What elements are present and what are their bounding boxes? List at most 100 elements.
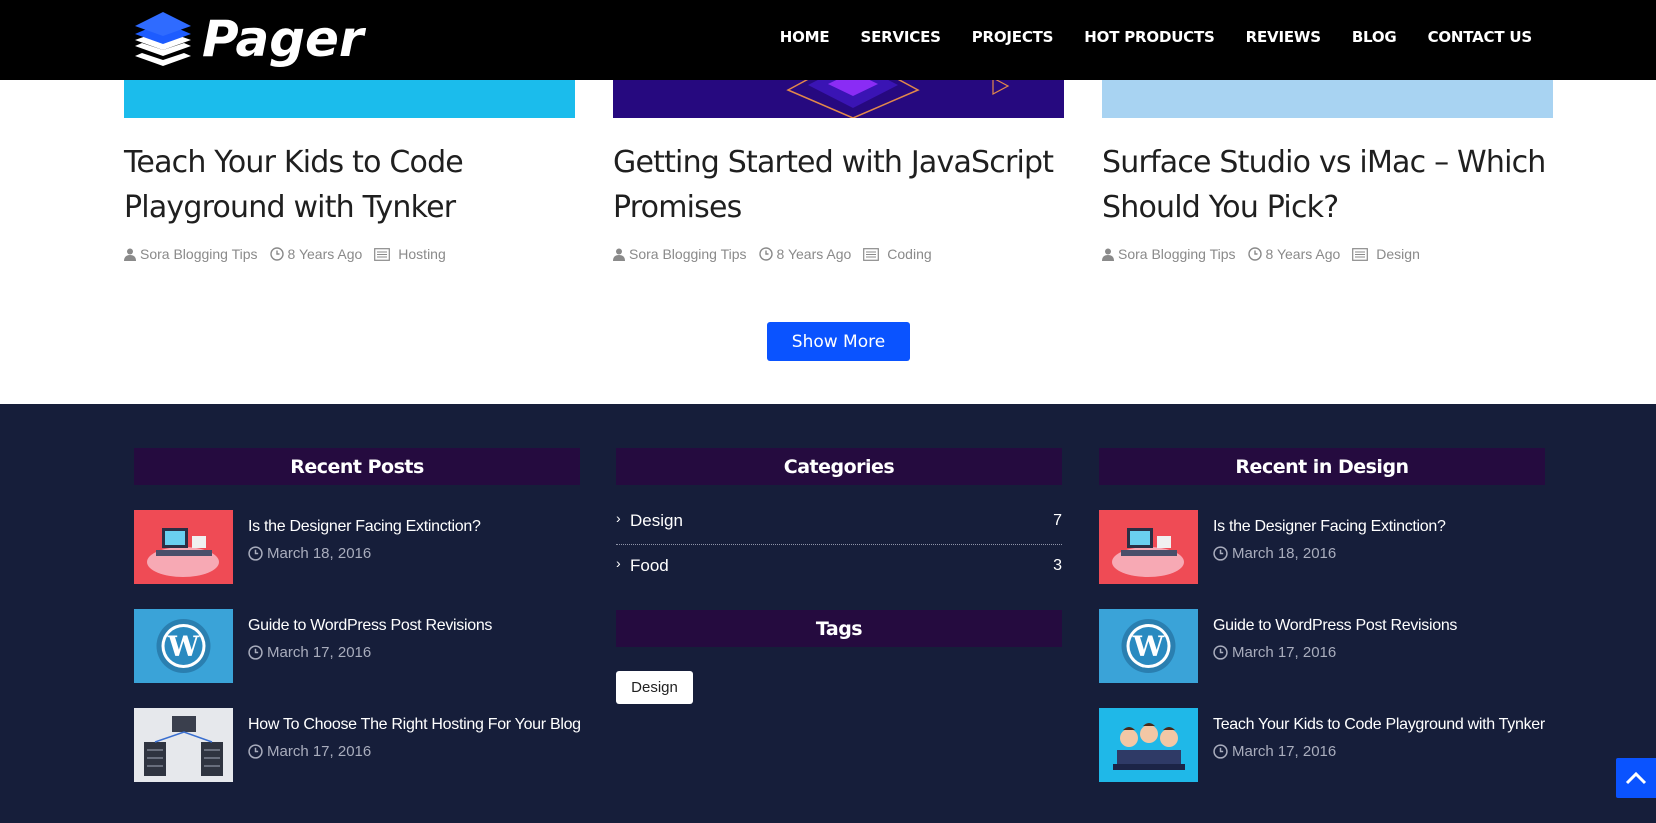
author-name: Sora Blogging Tips — [1118, 246, 1236, 262]
time-text: 8 Years Ago — [287, 246, 363, 262]
tag-design[interactable]: Design — [616, 671, 693, 704]
clock-icon — [1213, 645, 1228, 660]
svg-text:W: W — [1132, 630, 1165, 663]
post-author[interactable]: Sora Blogging Tips — [613, 246, 747, 262]
post-date: March 18, 2016 — [248, 545, 371, 562]
post-title[interactable]: How To Choose The Right Hosting For Your… — [248, 716, 581, 734]
design-post-item[interactable]: Teach Your Kids to Code Playground with … — [1099, 708, 1545, 782]
category-text: Coding — [887, 246, 932, 262]
logo-text: Pager — [202, 10, 364, 68]
user-icon — [1102, 248, 1114, 261]
category-count: 3 — [1053, 557, 1062, 574]
post-title[interactable]: Is the Designer Facing Extinction? — [1213, 518, 1446, 536]
chevron-right-icon: › — [616, 510, 621, 526]
post-meta: Sora Blogging Tips 8 Years Ago Hosting — [124, 246, 458, 262]
post-thumbnail[interactable]: W — [134, 609, 233, 683]
post-category[interactable]: Coding — [863, 246, 932, 262]
post-title[interactable]: Guide to WordPress Post Revisions — [248, 617, 492, 635]
time-text: 8 Years Ago — [1265, 246, 1341, 262]
main-nav: HOME SERVICES PROJECTS HOT PRODUCTS REVI… — [780, 0, 1532, 74]
post-title[interactable]: Surface Studio vs iMac – Which Should Yo… — [1102, 140, 1562, 230]
list-icon — [1352, 247, 1369, 261]
post-thumbnail[interactable] — [1099, 708, 1198, 782]
post-category[interactable]: Design — [1352, 246, 1420, 262]
post-thumbnail[interactable] — [134, 510, 233, 584]
post-meta: Sora Blogging Tips 8 Years Ago Coding — [613, 246, 944, 262]
post-title[interactable]: Teach Your Kids to Code Playground with … — [124, 140, 584, 230]
nav-contact-us[interactable]: CONTACT US — [1428, 28, 1533, 46]
category-text: Hosting — [398, 246, 446, 262]
post-time: 8 Years Ago — [758, 246, 852, 262]
chevron-up-icon — [1625, 771, 1647, 785]
post-date: March 18, 2016 — [1213, 545, 1336, 562]
author-name: Sora Blogging Tips — [140, 246, 258, 262]
post-title[interactable]: Teach Your Kids to Code Playground with … — [1213, 716, 1545, 734]
nav-projects[interactable]: PROJECTS — [972, 28, 1054, 46]
post-date: March 17, 2016 — [248, 743, 371, 760]
clock-icon — [269, 247, 284, 261]
time-text: 8 Years Ago — [776, 246, 852, 262]
recent-post-item[interactable]: How To Choose The Right Hosting For Your… — [134, 708, 581, 782]
date-text: March 17, 2016 — [267, 644, 372, 661]
category-count: 7 — [1053, 512, 1062, 529]
clock-icon — [1213, 546, 1228, 561]
post-category[interactable]: Hosting — [374, 246, 446, 262]
date-text: March 18, 2016 — [1232, 545, 1337, 562]
post-thumbnail[interactable]: W — [1099, 609, 1198, 683]
date-text: March 17, 2016 — [1232, 644, 1337, 661]
category-item-design[interactable]: › Design 7 — [616, 500, 1062, 542]
design-post-item[interactable]: Is the Designer Facing Extinction? March… — [1099, 510, 1545, 584]
category-text: Design — [1376, 246, 1420, 262]
clock-icon — [758, 247, 773, 261]
list-icon — [374, 247, 391, 261]
date-text: March 17, 2016 — [1232, 743, 1337, 760]
site-logo[interactable]: Pager — [132, 8, 364, 70]
chevron-right-icon: › — [616, 555, 621, 571]
category-label: Food — [630, 556, 669, 575]
page: Pager HOME SERVICES PROJECTS HOT PRODUCT… — [0, 0, 1656, 823]
clock-icon — [1247, 247, 1262, 261]
post-time: 8 Years Ago — [1247, 246, 1341, 262]
tags-heading: Tags — [616, 610, 1062, 647]
author-name: Sora Blogging Tips — [629, 246, 747, 262]
post-author[interactable]: Sora Blogging Tips — [124, 246, 258, 262]
post-title[interactable]: Getting Started with JavaScript Promises — [613, 140, 1073, 230]
post-thumbnail[interactable] — [1099, 510, 1198, 584]
post-date: March 17, 2016 — [248, 644, 371, 661]
nav-home[interactable]: HOME — [780, 28, 830, 46]
nav-blog[interactable]: BLOG — [1352, 28, 1397, 46]
date-text: March 17, 2016 — [267, 743, 372, 760]
post-thumbnail[interactable] — [134, 708, 233, 782]
nav-services[interactable]: SERVICES — [860, 28, 940, 46]
category-label: Design — [630, 511, 683, 530]
recent-post-item[interactable]: W Guide to WordPress Post Revisions Marc… — [134, 609, 580, 683]
category-item-food[interactable]: › Food 3 — [616, 545, 1062, 587]
post-title[interactable]: Guide to WordPress Post Revisions — [1213, 617, 1457, 635]
stack-logo-icon — [135, 12, 191, 66]
nav-hot-products[interactable]: HOT PRODUCTS — [1084, 28, 1215, 46]
post-title[interactable]: Is the Designer Facing Extinction? — [248, 518, 481, 536]
clock-icon — [248, 645, 263, 660]
post-author[interactable]: Sora Blogging Tips — [1102, 246, 1236, 262]
clock-icon — [248, 546, 263, 561]
post-date: March 17, 2016 — [1213, 644, 1336, 661]
user-icon — [124, 248, 136, 261]
recent-posts-heading: Recent Posts — [134, 448, 580, 485]
show-more-button[interactable]: Show More — [767, 322, 910, 361]
list-icon — [863, 247, 880, 261]
nav-reviews[interactable]: REVIEWS — [1246, 28, 1321, 46]
site-header: Pager HOME SERVICES PROJECTS HOT PRODUCT… — [0, 0, 1656, 80]
date-text: March 18, 2016 — [267, 545, 372, 562]
post-time: 8 Years Ago — [269, 246, 363, 262]
post-date: March 17, 2016 — [1213, 743, 1336, 760]
user-icon — [613, 248, 625, 261]
design-post-item[interactable]: W Guide to WordPress Post Revisions Marc… — [1099, 609, 1545, 683]
back-to-top-button[interactable] — [1616, 758, 1656, 798]
clock-icon — [1213, 744, 1228, 759]
clock-icon — [248, 744, 263, 759]
recent-in-design-heading: Recent in Design — [1099, 448, 1545, 485]
recent-post-item[interactable]: Is the Designer Facing Extinction? March… — [134, 510, 580, 584]
post-meta: Sora Blogging Tips 8 Years Ago Design — [1102, 246, 1432, 262]
categories-heading: Categories — [616, 448, 1062, 485]
svg-text:W: W — [167, 630, 200, 663]
